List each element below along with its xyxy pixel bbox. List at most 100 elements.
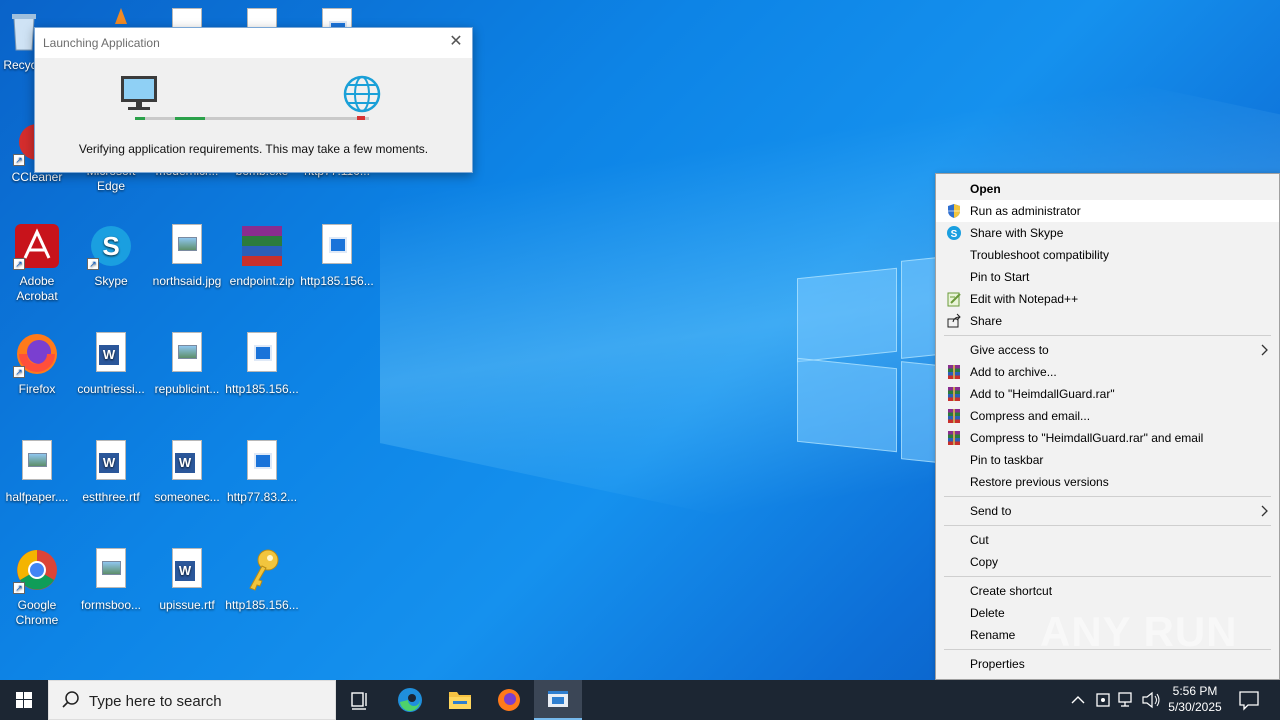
desktop-icon-label: http185.156... bbox=[225, 598, 299, 612]
menu-item-share-with-skype[interactable]: S Share with Skype bbox=[936, 222, 1279, 244]
notepadpp-icon bbox=[946, 291, 962, 307]
menu-item-add-to-heimdallguard-rar[interactable]: Add to "HeimdallGuard.rar" bbox=[936, 383, 1279, 405]
desktop-icon-google-chrome[interactable]: ↗ Google Chrome bbox=[0, 546, 74, 628]
anyrun-watermark: ANY RUN bbox=[1040, 608, 1238, 655]
desktop-icon-http185-b[interactable]: http185.156... bbox=[225, 330, 299, 397]
task-view-button[interactable] bbox=[336, 680, 384, 720]
clock-date: 5/30/2025 bbox=[1168, 700, 1222, 714]
tray-device-button[interactable] bbox=[1092, 680, 1114, 720]
show-hidden-icons-button[interactable] bbox=[1068, 680, 1088, 720]
desktop-icon-label: halfpaper.... bbox=[5, 490, 69, 504]
menu-item-label: Create shortcut bbox=[970, 584, 1053, 598]
dialog-close-button[interactable]: ✕ bbox=[448, 34, 464, 50]
shortcut-arrow-icon: ↗ bbox=[13, 582, 25, 594]
taskbar-clock[interactable]: 5:56 PM 5/30/2025 bbox=[1162, 683, 1228, 715]
taskbar-launching-app-button[interactable] bbox=[534, 680, 582, 720]
desktop-icon-http77-83[interactable]: http77.83.2... bbox=[225, 438, 299, 505]
menu-item-create-shortcut[interactable]: Create shortcut bbox=[936, 580, 1279, 602]
menu-item-label: Compress to "HeimdallGuard.rar" and emai… bbox=[970, 431, 1204, 445]
desktop-icon-label: endpoint.zip bbox=[229, 274, 295, 288]
desktop-icon-northsaid-jpg[interactable]: northsaid.jpg bbox=[150, 222, 224, 289]
menu-item-run-as-administrator[interactable]: Run as administrator bbox=[936, 200, 1279, 222]
desktop-icon-http185-a[interactable]: http185.156... bbox=[300, 222, 374, 289]
desktop-icon-endpoint-zip[interactable]: endpoint.zip bbox=[225, 222, 299, 289]
winrar-archive-icon bbox=[238, 222, 286, 270]
winrar-icon bbox=[946, 408, 962, 424]
taskbar-search-box[interactable]: Type here to search bbox=[48, 680, 336, 720]
desktop-icon-someonec[interactable]: W someonec... bbox=[150, 438, 224, 505]
menu-separator bbox=[944, 335, 1271, 336]
search-placeholder: Type here to search bbox=[89, 693, 222, 710]
desktop-icon-estthree-rtf[interactable]: W estthree.rtf bbox=[74, 438, 148, 505]
desktop-icon-label: upissue.rtf bbox=[159, 598, 215, 612]
taskbar-file-explorer-button[interactable] bbox=[436, 680, 484, 720]
menu-item-label: Add to archive... bbox=[970, 365, 1057, 379]
desktop-icon-formsboo[interactable]: formsboo... bbox=[74, 546, 148, 613]
menu-item-compress-to-heimdallguard-rar-and-email[interactable]: Compress to "HeimdallGuard.rar" and emai… bbox=[936, 427, 1279, 449]
menu-item-copy[interactable]: Copy bbox=[936, 551, 1279, 573]
menu-item-label: Restore previous versions bbox=[970, 475, 1109, 489]
task-view-icon bbox=[351, 692, 367, 710]
menu-item-label: Pin to Start bbox=[970, 270, 1030, 284]
html-file-icon bbox=[313, 222, 361, 270]
share-icon bbox=[946, 313, 962, 329]
menu-item-label: Share bbox=[970, 314, 1003, 328]
menu-item-pin-to-taskbar[interactable]: Pin to taskbar bbox=[936, 449, 1279, 471]
search-icon bbox=[62, 691, 79, 708]
progress-segment-start bbox=[135, 117, 145, 120]
desktop-icon-firefox[interactable]: ↗ Firefox bbox=[0, 330, 74, 397]
menu-item-label: Pin to taskbar bbox=[970, 453, 1044, 467]
menu-item-properties[interactable]: Properties bbox=[936, 653, 1279, 675]
menu-item-edit-with-notepad[interactable]: Edit with Notepad++ bbox=[936, 288, 1279, 310]
menu-separator bbox=[944, 525, 1271, 526]
desktop-icon-republicint[interactable]: republicint... bbox=[150, 330, 224, 397]
menu-item-give-access-to[interactable]: Give access to bbox=[936, 339, 1279, 361]
skype-icon: S bbox=[946, 225, 962, 241]
desktop-icon-halfpaper[interactable]: halfpaper.... bbox=[0, 438, 74, 505]
network-icon bbox=[1118, 692, 1132, 707]
menu-item-label: Delete bbox=[970, 606, 1005, 620]
tray-volume-button[interactable] bbox=[1140, 680, 1162, 720]
menu-item-label: Copy bbox=[970, 555, 999, 569]
menu-item-restore-previous-versions[interactable]: Restore previous versions bbox=[936, 471, 1279, 493]
desktop-icon-label: http185.156... bbox=[225, 382, 299, 396]
globe-icon bbox=[343, 75, 381, 113]
tray-network-button[interactable] bbox=[1116, 680, 1138, 720]
desktop-icon-label: Google Chrome bbox=[15, 598, 59, 627]
desktop-icon-label: http77.83.2... bbox=[226, 490, 298, 504]
start-button[interactable] bbox=[0, 680, 48, 720]
folder-icon bbox=[449, 692, 471, 709]
desktop-icon-label: http185.156... bbox=[300, 274, 374, 288]
context-menu: Open Run as administrator S Share with Skyp… bbox=[935, 173, 1280, 680]
taskbar-edge-button[interactable] bbox=[386, 680, 434, 720]
desktop-icon-label: northsaid.jpg bbox=[152, 274, 222, 288]
menu-item-open[interactable]: Open bbox=[936, 178, 1279, 200]
menu-item-share[interactable]: Share bbox=[936, 310, 1279, 332]
menu-item-pin-to-start[interactable]: Pin to Start bbox=[936, 266, 1279, 288]
desktop-icon-skype[interactable]: S ↗ Skype bbox=[74, 222, 148, 289]
desktop-icon-http185-key[interactable]: http185.156... bbox=[225, 546, 299, 613]
desktop-icon-label: someonec... bbox=[154, 490, 220, 504]
desktop-icon-label: Recyc bbox=[3, 58, 37, 72]
dialog-titlebar[interactable]: Launching Application ✕ bbox=[35, 28, 472, 58]
menu-item-add-to-archive[interactable]: Add to archive... bbox=[936, 361, 1279, 383]
desktop-icon-label: Adobe Acrobat bbox=[16, 274, 58, 303]
desktop-icon-label: Firefox bbox=[18, 382, 56, 396]
desktop-icon-adobe-acrobat[interactable]: ↗ Adobe Acrobat bbox=[0, 222, 74, 304]
menu-item-compress-and-email[interactable]: Compress and email... bbox=[936, 405, 1279, 427]
firefox-icon: ↗ bbox=[13, 330, 61, 378]
windows-logo-wallpaper bbox=[797, 255, 937, 465]
winrar-icon bbox=[946, 364, 962, 380]
key-icon bbox=[238, 546, 286, 594]
adobe-acrobat-icon: ↗ bbox=[13, 222, 61, 270]
menu-item-label: Properties bbox=[970, 657, 1025, 671]
desktop-icon-upissue-rtf[interactable]: W upissue.rtf bbox=[150, 546, 224, 613]
menu-item-troubleshoot-compatibility[interactable]: Troubleshoot compatibility bbox=[936, 244, 1279, 266]
desktop-icon-countriessi[interactable]: W countriessi... bbox=[74, 330, 148, 397]
menu-item-send-to[interactable]: Send to bbox=[936, 500, 1279, 522]
action-center-button[interactable] bbox=[1232, 680, 1280, 720]
menu-item-cut[interactable]: Cut bbox=[936, 529, 1279, 551]
skype-icon: S ↗ bbox=[87, 222, 135, 270]
taskbar-firefox-button[interactable] bbox=[485, 680, 533, 720]
shortcut-arrow-icon: ↗ bbox=[13, 366, 25, 378]
